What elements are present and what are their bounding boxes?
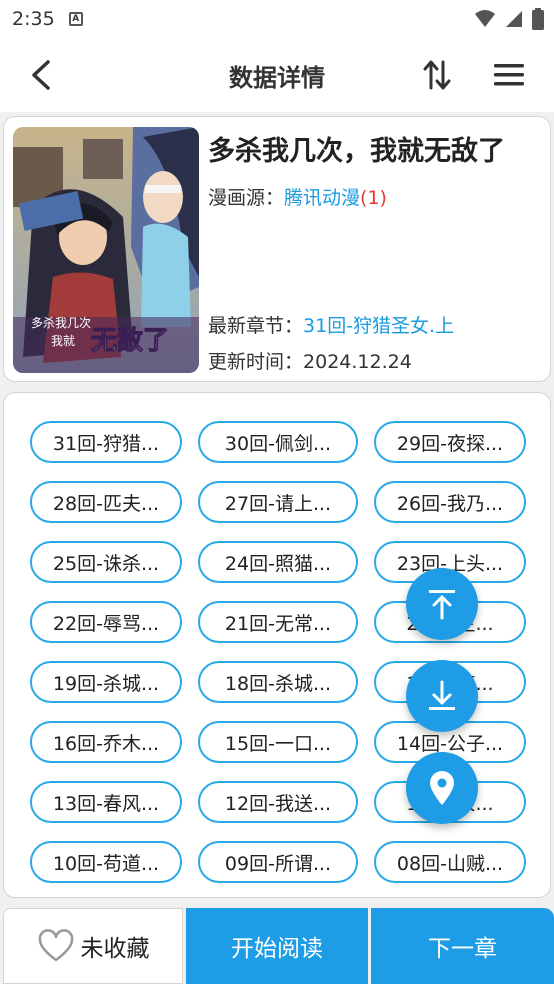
chapter-chip[interactable]: 15回-一口...: [198, 721, 358, 763]
signal-icon: [506, 11, 522, 27]
source-label: 漫画源：: [208, 187, 285, 209]
next-chapter-button[interactable]: 下一章: [371, 908, 554, 984]
bottom-action-bar: 未收藏 开始阅读 下一章: [0, 906, 554, 984]
scroll-bottom-icon: [429, 680, 455, 710]
chapter-chip[interactable]: 18回-杀城...: [198, 661, 358, 703]
chapter-chip[interactable]: 08回-山贼...: [374, 841, 526, 883]
latest-label: 最新章节：: [208, 315, 304, 337]
latest-chapter: 最新章节：31回-狩猎圣女.上: [208, 311, 454, 338]
chapter-chip[interactable]: 28回-匹夫...: [30, 481, 182, 523]
chapter-chip[interactable]: 30回-佩剑...: [198, 421, 358, 463]
chapter-chip[interactable]: 26回-我乃...: [374, 481, 526, 523]
cover-caption-big: 无敌了: [91, 326, 169, 356]
update-time: 更新时间：2024.12.24: [208, 347, 412, 374]
status-bar: 2:35 A: [0, 0, 554, 38]
chapter-chip[interactable]: 12回-我送...: [198, 781, 358, 823]
status-icons: [474, 8, 544, 30]
favorite-label: 未收藏: [80, 936, 150, 962]
notification-icon: A: [68, 12, 83, 26]
back-arrow-icon[interactable]: [26, 58, 58, 92]
locate-button[interactable]: [406, 752, 478, 824]
start-reading-button[interactable]: 开始阅读: [186, 908, 368, 984]
chapter-chip[interactable]: 21回-无常...: [198, 601, 358, 643]
updated-label: 更新时间：: [208, 351, 304, 373]
page-title: 数据详情: [229, 63, 325, 92]
chapter-chip[interactable]: 10回-苟道...: [30, 841, 182, 883]
comic-info-card: 多杀我几次 我就 无敌了 多杀我几次，我就无敌了 漫画源：腾讯动漫(1) 最新章…: [3, 116, 551, 382]
chapter-chip[interactable]: 19回-杀城...: [30, 661, 182, 703]
comic-cover-image[interactable]: 多杀我几次 我就 无敌了: [13, 127, 199, 373]
locate-icon: [430, 771, 454, 805]
menu-icon[interactable]: [494, 64, 524, 86]
updated-date: 2024.12.24: [303, 351, 412, 373]
chapter-chip[interactable]: 13回-春风...: [30, 781, 182, 823]
wifi-icon: [475, 10, 495, 27]
scroll-top-button[interactable]: [406, 568, 478, 640]
chapter-chip[interactable]: 09回-所谓...: [198, 841, 358, 883]
battery-icon: [532, 8, 544, 30]
heart-icon: [38, 929, 73, 962]
sort-icon[interactable]: [422, 58, 452, 92]
scroll-top-icon: [429, 590, 455, 620]
status-time: 2:35: [12, 8, 55, 30]
chapter-chip[interactable]: 25回-诛杀...: [30, 541, 182, 583]
cover-caption-small-2: 我就: [51, 334, 75, 348]
chapter-chip[interactable]: 16回-乔木...: [30, 721, 182, 763]
chapter-list-card: 31回-狩猎... 30回-佩剑... 29回-夜探... 28回-匹夫... …: [3, 392, 551, 898]
comic-source: 漫画源：腾讯动漫(1): [208, 183, 387, 210]
cover-caption-small: 多杀我几次: [31, 315, 91, 330]
chapter-chip[interactable]: 24回-照猫...: [198, 541, 358, 583]
app-bar: 数据详情: [0, 38, 554, 112]
favorite-button[interactable]: 未收藏: [3, 908, 183, 984]
source-link[interactable]: 腾讯动漫: [284, 187, 360, 209]
chapter-chip[interactable]: 29回-夜探...: [374, 421, 526, 463]
chapter-chip[interactable]: 22回-辱骂...: [30, 601, 182, 643]
scroll-bottom-button[interactable]: [406, 660, 478, 732]
comic-title: 多杀我几次，我就无敌了: [208, 136, 505, 167]
latest-chapter-link[interactable]: 31回-狩猎圣女.上: [303, 315, 454, 337]
chapter-chip[interactable]: 27回-请上...: [198, 481, 358, 523]
source-count: (1): [360, 187, 387, 209]
chapter-chip[interactable]: 31回-狩猎...: [30, 421, 182, 463]
